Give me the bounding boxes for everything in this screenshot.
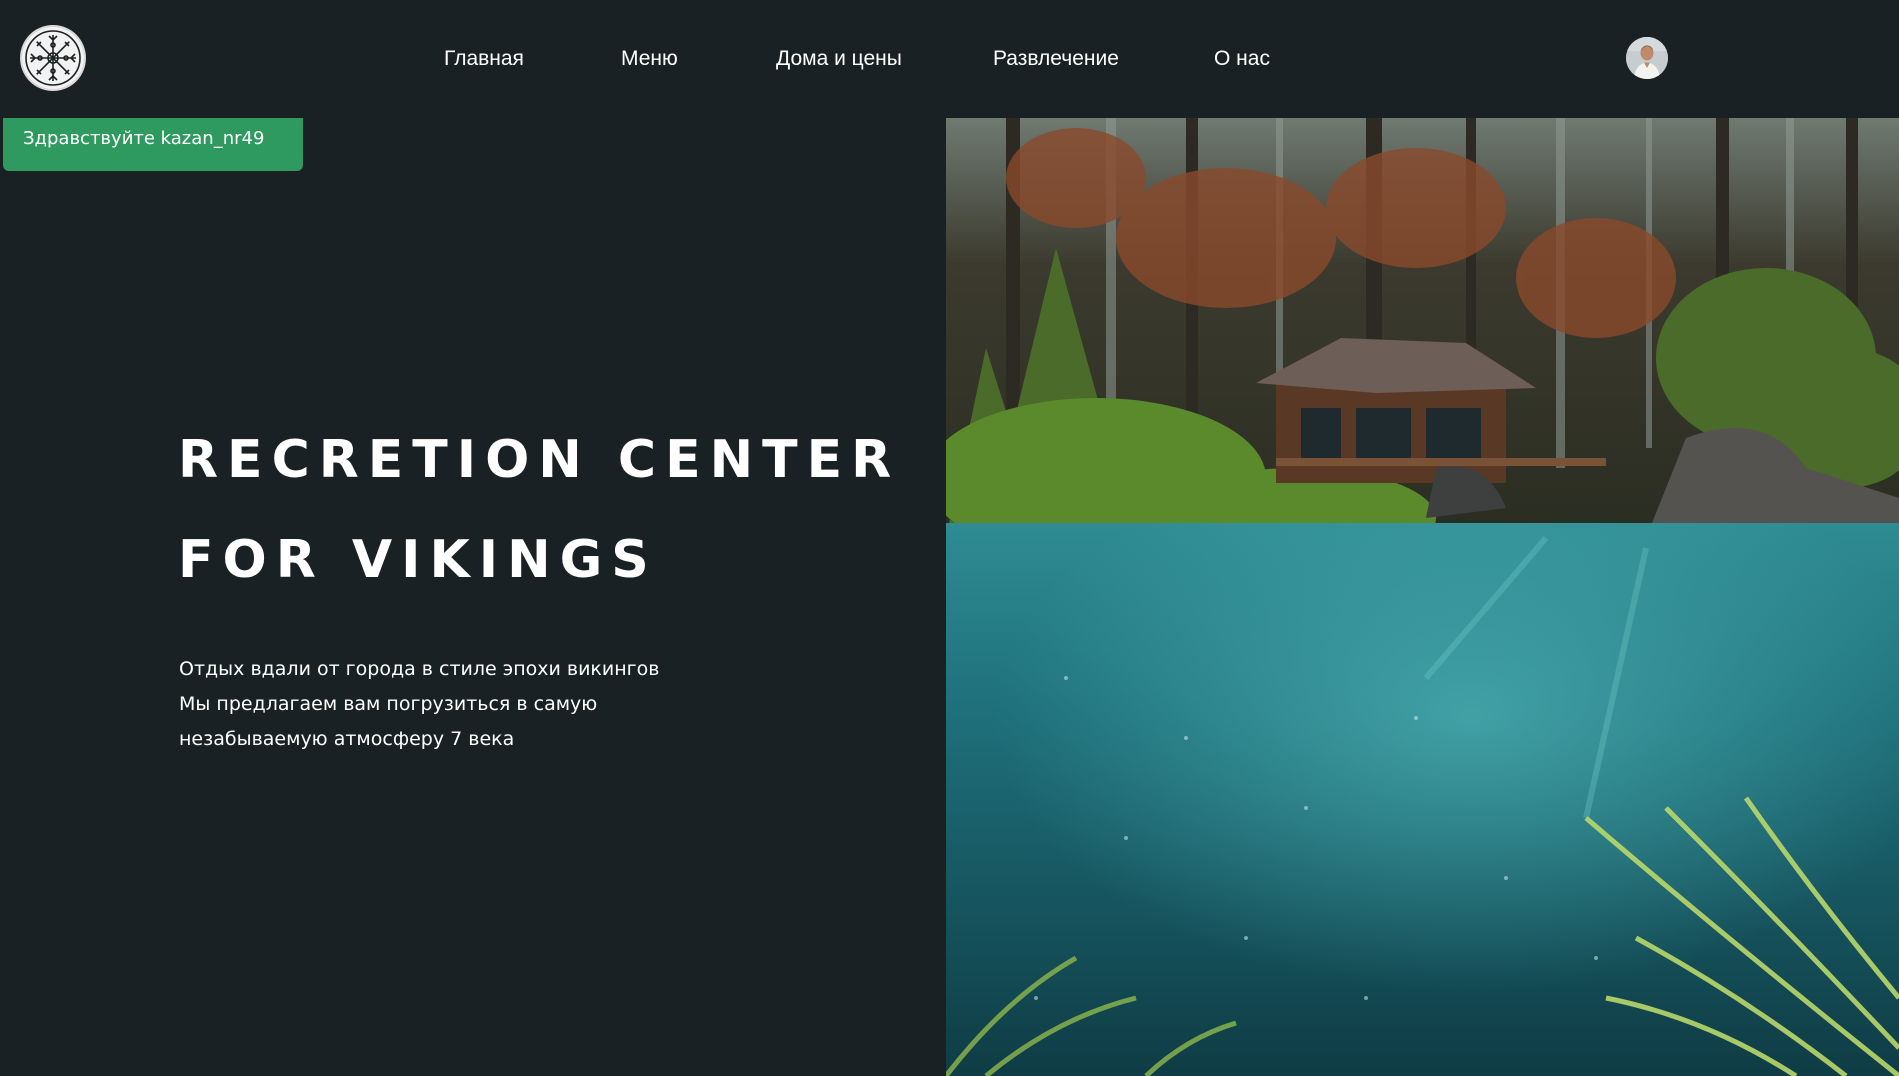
hero-image [946, 118, 1899, 1076]
nav-item-houses-prices[interactable]: Дома и цены [776, 46, 902, 72]
hero-description: Отдых вдали от города в стиле эпохи вики… [179, 652, 659, 757]
user-greeting-banner: Здравствуйте kazan_nr49 [3, 118, 303, 171]
hero-description-line-1: Отдых вдали от города в стиле эпохи вики… [179, 658, 660, 680]
nav-item-entertainment[interactable]: Развлечение [993, 46, 1119, 72]
nav-item-about[interactable]: О нас [1214, 46, 1270, 72]
greeting-text: Здравствуйте kazan_nr49 [23, 128, 265, 149]
nav-item-home[interactable]: Главная [444, 46, 524, 72]
hero-description-line-2: Мы предлагаем вам погрузиться в самую [179, 693, 598, 715]
user-avatar[interactable] [1626, 37, 1668, 79]
hero-description-line-3: незабываемую атмосферу 7 века [179, 728, 515, 750]
logo-link[interactable] [22, 27, 84, 89]
vegvisir-rune-icon [25, 30, 81, 86]
nav-item-menu[interactable]: Меню [621, 46, 678, 72]
hero-title-line-1: RECRETION CENTER [178, 430, 901, 490]
avatar-photo [1626, 37, 1668, 79]
hero-title-line-2: FOR VIKINGS [178, 530, 658, 590]
hero-title: RECRETION CENTER FOR VIKINGS [178, 410, 900, 610]
forest-cabin-lake-photo [946, 118, 1899, 1076]
